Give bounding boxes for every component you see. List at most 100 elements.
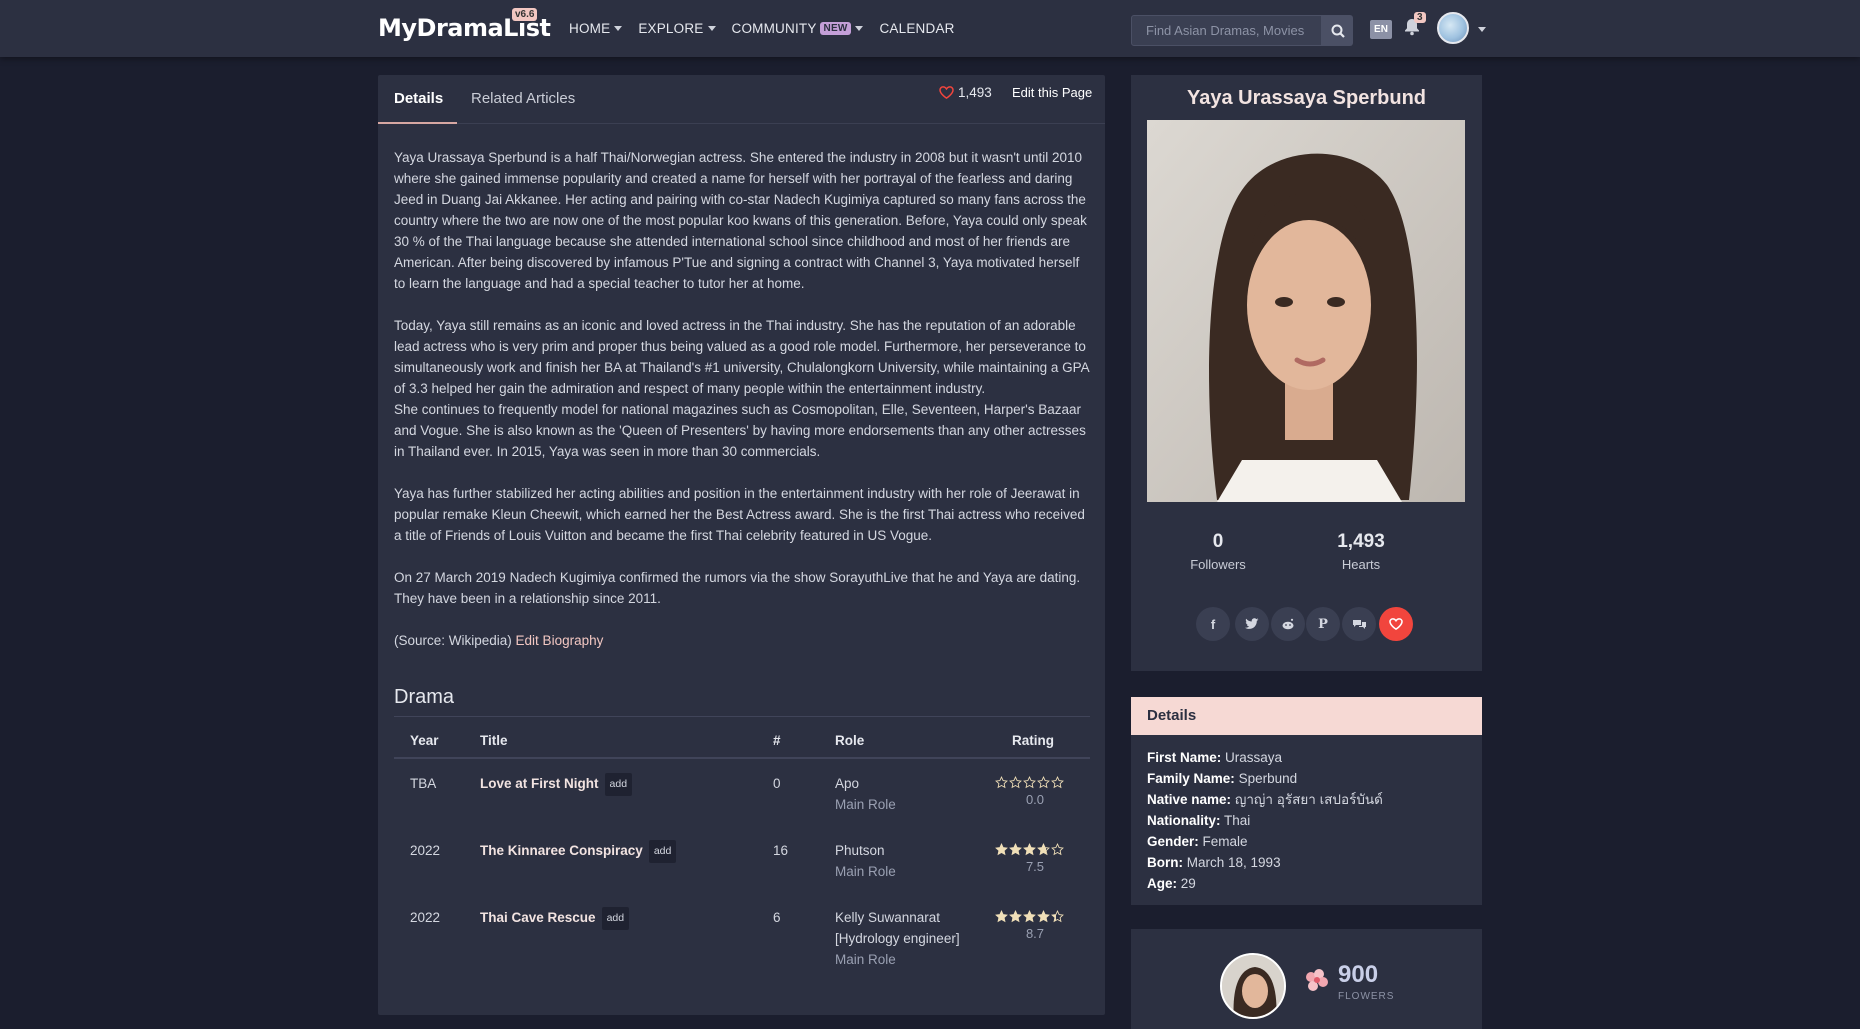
hearts-stat[interactable]: 1,493 Hearts — [1301, 531, 1421, 572]
row-year: 2022 — [410, 910, 441, 925]
main-menu: HOME EXPLORE COMMUNITY NEW CALENDAR — [569, 21, 971, 36]
menu-community[interactable]: COMMUNITY NEW — [732, 21, 864, 36]
profile-card: Yaya Urassaya Sperbund 0 Followers 1,493… — [1131, 75, 1482, 671]
star-icon — [1051, 910, 1064, 923]
search-button[interactable] — [1322, 15, 1353, 46]
row-role-type: Main Role — [835, 952, 896, 967]
rating-value: 8.7 — [1025, 926, 1045, 941]
new-badge: NEW — [819, 22, 852, 35]
edit-biography-link[interactable]: Edit Biography — [516, 633, 604, 648]
tab-bar: Details Related Articles 1,493 Edit this… — [378, 75, 1105, 124]
drama-section-title: Drama — [394, 686, 455, 708]
star-icon — [995, 910, 1008, 923]
language-selector[interactable]: EN — [1370, 20, 1392, 39]
col-title[interactable]: Title — [480, 733, 508, 748]
heart-count-button[interactable]: 1,493 — [939, 85, 992, 100]
top-navbar: MyDramaList v6.6 HOME EXPLORE COMMUNITY N… — [0, 0, 1860, 57]
edit-page-link[interactable]: Edit this Page — [1012, 85, 1092, 100]
bio-paragraph: Yaya Urassaya Sperbund is a half Thai/No… — [394, 150, 1087, 291]
star-rating — [995, 776, 1075, 789]
col-episodes[interactable]: # — [773, 733, 781, 748]
star-icon — [1051, 776, 1064, 789]
pinterest-share-button[interactable]: P — [1306, 607, 1340, 641]
followers-stat[interactable]: 0 Followers — [1158, 531, 1278, 572]
star-icon — [995, 843, 1008, 856]
menu-explore[interactable]: EXPLORE — [638, 21, 716, 36]
mini-avatar[interactable] — [1220, 953, 1286, 1019]
col-role[interactable]: Role — [835, 733, 864, 748]
chevron-down-icon[interactable] — [1478, 27, 1486, 32]
chevron-down-icon — [855, 26, 864, 31]
flowers-card: 900 FLOWERS — [1131, 929, 1482, 1029]
heart-button[interactable] — [1379, 607, 1413, 641]
flower-icon — [1306, 969, 1328, 991]
heart-outline-icon — [939, 86, 954, 99]
detail-item: Gender: Female — [1147, 834, 1248, 849]
heart-outline-icon — [1389, 618, 1403, 630]
twitter-share-button[interactable] — [1235, 607, 1269, 641]
rating-value: 0.0 — [1025, 792, 1045, 807]
main-content: Details Related Articles 1,493 Edit this… — [378, 75, 1105, 1015]
flower-count: 900 — [1338, 961, 1379, 988]
bio-source: (Source: Wikipedia) Edit Biography — [394, 633, 604, 648]
details-card: Details First Name: Urassaya Family Name… — [1131, 697, 1482, 905]
detail-item: Nationality: Thai — [1147, 813, 1251, 828]
row-year: TBA — [410, 776, 437, 791]
version-badge: v6.6 — [512, 8, 538, 21]
bio-paragraph: Yaya has further stabilized her acting a… — [394, 486, 1085, 543]
drama-title-link[interactable]: The Kinnaree Conspiracy — [480, 843, 643, 858]
reddit-share-button[interactable] — [1271, 607, 1305, 641]
add-to-list-button[interactable]: add — [601, 907, 630, 930]
facebook-icon: f — [1210, 616, 1216, 632]
notification-count: 3 — [1414, 12, 1426, 23]
chevron-down-icon — [707, 26, 716, 31]
details-heading: Details — [1131, 697, 1482, 735]
row-role: Phutson — [835, 843, 885, 858]
bio-paragraph: She continues to frequently model for na… — [394, 402, 1086, 459]
profile-photo[interactable] — [1147, 120, 1465, 502]
add-to-list-button[interactable]: add — [604, 773, 633, 796]
row-role-type: Main Role — [835, 797, 896, 812]
comments-share-button[interactable] — [1342, 607, 1376, 641]
row-role-type: Main Role — [835, 864, 896, 879]
menu-home[interactable]: HOME — [569, 21, 623, 36]
biography: Yaya Urassaya Sperbund is a half Thai/No… — [394, 147, 1090, 672]
twitter-icon — [1245, 618, 1259, 629]
search-input[interactable] — [1131, 15, 1322, 46]
user-avatar[interactable] — [1437, 12, 1469, 44]
row-episodes: 6 — [773, 910, 781, 925]
chevron-down-icon — [614, 26, 623, 31]
col-rating[interactable]: Rating — [1012, 733, 1054, 748]
drama-title-link[interactable]: Love at First Night — [480, 776, 599, 791]
reddit-icon — [1282, 618, 1294, 630]
bio-paragraph: On 27 March 2019 Nadech Kugimiya confirm… — [394, 570, 1081, 606]
star-icon — [1009, 843, 1022, 856]
star-rating — [995, 843, 1075, 856]
detail-item: Age: 29 — [1147, 876, 1196, 891]
star-icon — [1037, 910, 1050, 923]
detail-item: Family Name: Sperbund — [1147, 771, 1298, 786]
pinterest-icon: P — [1318, 616, 1328, 632]
star-icon — [1037, 843, 1050, 856]
drama-title-link[interactable]: Thai Cave Rescue — [480, 910, 596, 925]
add-to-list-button[interactable]: add — [648, 840, 677, 863]
star-icon — [1009, 776, 1022, 789]
star-icon — [1023, 843, 1036, 856]
col-year[interactable]: Year — [410, 733, 439, 748]
detail-item: Born: March 18, 1993 — [1147, 855, 1281, 870]
detail-item: Native name: ญาญ่า อุรัสยา เสปอร์บันด์ — [1147, 792, 1383, 807]
star-rating — [995, 910, 1075, 923]
star-icon — [1023, 776, 1036, 789]
tab-details[interactable]: Details — [394, 90, 443, 107]
rating-value: 7.5 — [1025, 859, 1045, 874]
facebook-share-button[interactable]: f — [1196, 607, 1230, 641]
actor-name: Yaya Urassaya Sperbund — [1186, 87, 1426, 109]
row-episodes: 16 — [773, 843, 789, 858]
divider — [394, 716, 1090, 717]
row-episodes: 0 — [773, 776, 781, 791]
menu-calendar[interactable]: CALENDAR — [879, 21, 954, 36]
row-role: Apo — [835, 776, 860, 791]
row-year: 2022 — [410, 843, 441, 858]
details-list: First Name: Urassaya Family Name: Sperbu… — [1131, 735, 1482, 894]
tab-related-articles[interactable]: Related Articles — [471, 90, 575, 107]
